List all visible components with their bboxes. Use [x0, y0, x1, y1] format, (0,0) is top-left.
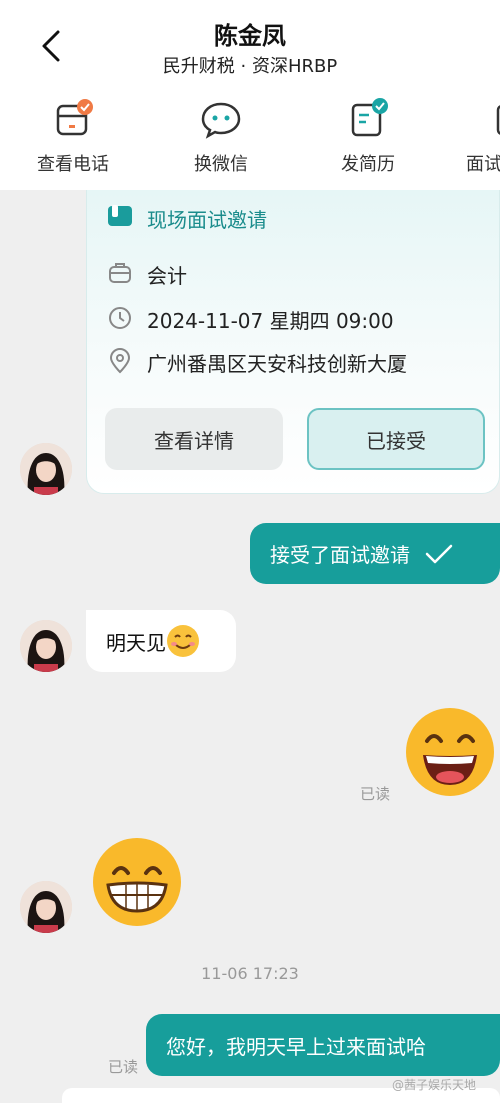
briefcase-icon	[109, 263, 131, 283]
job-position: 会计	[147, 264, 187, 288]
recruiter-avatar[interactable]	[20, 443, 72, 495]
recruiter-avatar-image	[20, 620, 72, 672]
contact-name: 陈金凤	[214, 22, 286, 50]
send-resume-button[interactable]: 发简历	[313, 98, 423, 176]
interview-address: 广州番禺区天安科技创新大厦	[147, 352, 407, 376]
invitation-icon	[108, 205, 132, 226]
interview-datetime: 2024-11-07 星期四 09:00	[147, 309, 394, 333]
interview-invitation-card: 现场面试邀请 会计 2024-11-07 星期四 09:00 广州番禺区天安科技…	[86, 190, 500, 494]
contact-company-role: 民升财税 · 资深HRBP	[162, 56, 338, 77]
check-icon	[425, 544, 453, 563]
morning-interview-message[interactable]: 您好，我明天早上过来面试哈	[146, 1014, 500, 1076]
interview-icon	[496, 105, 500, 135]
recruiter-avatar-image	[20, 443, 72, 495]
view-phone-label: 查看电话	[37, 154, 109, 175]
interview-button[interactable]: 面试	[456, 98, 500, 176]
smile-emoji-icon	[167, 625, 199, 657]
action-bar: 查看电话 换微信 发简历 面试	[0, 98, 500, 178]
location-pin-icon	[109, 348, 131, 374]
exchange-wechat-label: 换微信	[194, 154, 248, 175]
send-resume-label: 发简历	[341, 154, 395, 175]
resume-icon	[351, 98, 388, 137]
see-you-tomorrow-text: 明天见	[106, 630, 166, 655]
chat-header: 陈金凤 民升财税 · 资深HRBP 查看电话 换微信 发简历 面试	[0, 0, 500, 190]
exchange-wechat-button[interactable]: 换微信	[166, 98, 276, 176]
accepted-button[interactable]: 已接受	[307, 408, 485, 470]
read-receipt: 已读	[360, 785, 391, 803]
grin-emoji-sent-icon[interactable]	[405, 707, 495, 797]
recruiter-avatar-image	[20, 881, 72, 933]
view-details-button[interactable]: 查看详情	[105, 408, 283, 470]
read-receipt: 已读	[108, 1058, 139, 1076]
see-you-tomorrow-message[interactable]: 明天见	[86, 610, 236, 672]
interview-label: 面试	[466, 154, 500, 175]
message-timestamp: 11-06 17:23	[201, 964, 299, 983]
grin-emoji-received-icon[interactable]	[92, 837, 182, 927]
accepted-invitation-message[interactable]: 接受了面试邀请	[250, 523, 500, 584]
watermark: @茜子娱乐天地	[392, 1078, 477, 1092]
clock-icon	[109, 307, 131, 329]
recruiter-avatar[interactable]	[20, 881, 72, 933]
wechat-icon	[201, 102, 241, 139]
view-phone-button[interactable]: 查看电话	[18, 98, 128, 176]
accepted-invitation-text: 接受了面试邀请	[270, 543, 410, 567]
recruiter-avatar[interactable]	[20, 620, 72, 672]
morning-interview-text: 您好，我明天早上过来面试哈	[166, 1034, 426, 1059]
invitation-title: 现场面试邀请	[147, 208, 267, 232]
phone-card-icon	[56, 99, 93, 136]
